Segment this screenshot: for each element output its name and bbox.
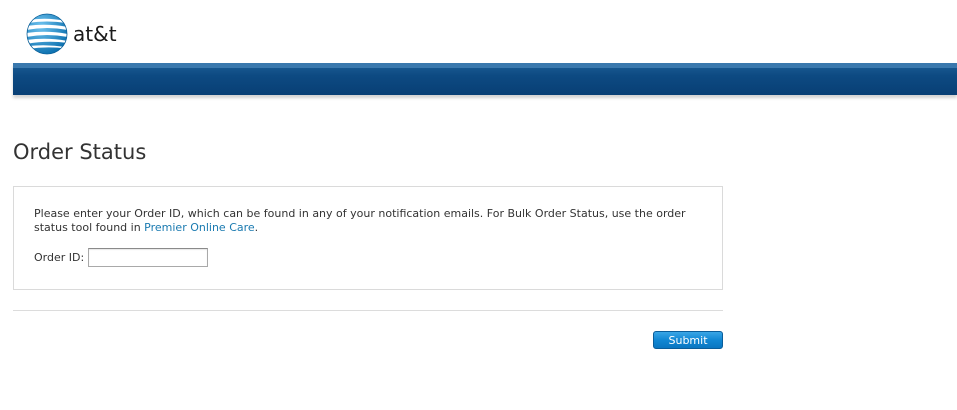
page-title: Order Status: [13, 140, 147, 164]
page: at&t Order Status Please enter your Orde…: [0, 0, 957, 410]
logo-text: at&t: [73, 22, 117, 46]
att-logo[interactable]: at&t: [26, 13, 117, 55]
att-globe-icon: [26, 13, 68, 55]
instructions: Please enter your Order ID, which can be…: [34, 207, 704, 235]
navigation-bar: [13, 63, 957, 95]
premier-online-care-link[interactable]: Premier Online Care: [144, 221, 255, 234]
order-id-input[interactable]: [88, 248, 209, 267]
instructions-end: .: [254, 221, 259, 234]
submit-button[interactable]: Submit: [653, 331, 723, 349]
order-id-row: Order ID:: [34, 248, 209, 267]
order-id-label: Order ID:: [34, 251, 85, 264]
instructions-text: Please enter your Order ID, which can be…: [34, 207, 686, 234]
order-status-form: Please enter your Order ID, which can be…: [13, 186, 723, 290]
divider: [13, 310, 723, 311]
